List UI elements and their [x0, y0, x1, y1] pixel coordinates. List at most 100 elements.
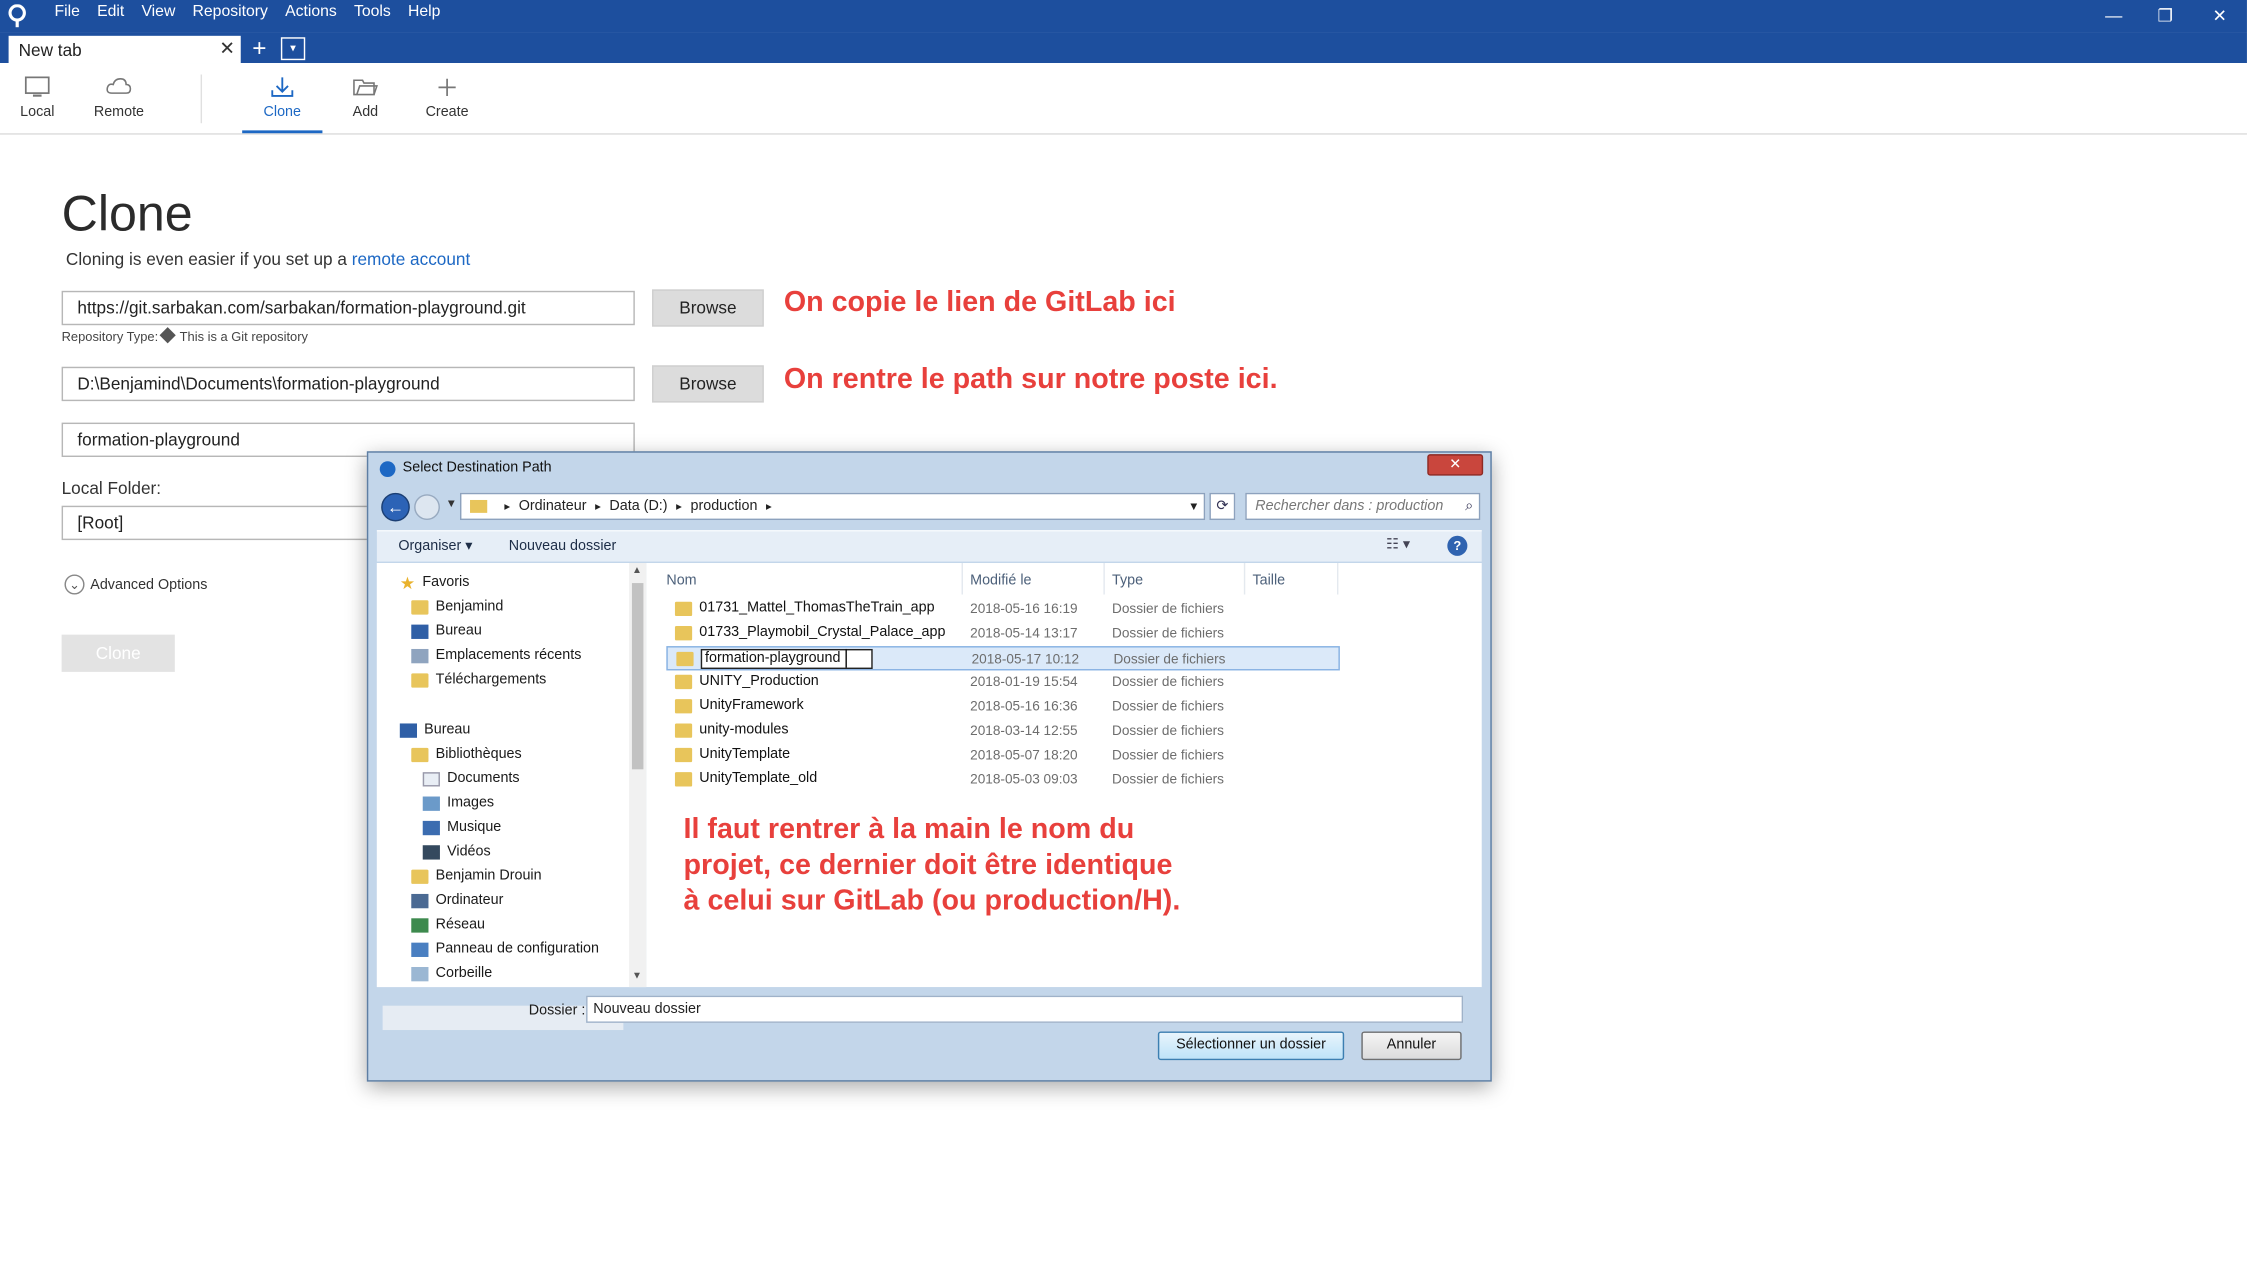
nav-scrollbar[interactable]: ▲ ▼	[629, 563, 647, 988]
annotation-gitlab-link: On copie le lien de GitLab ici	[783, 286, 1176, 319]
add-button[interactable]: Add	[337, 63, 394, 133]
menu-bar: File Edit View Repository Actions Tools …	[46, 0, 449, 33]
folder-icon	[674, 747, 693, 762]
back-arrow-icon[interactable]: ←	[381, 492, 410, 522]
tree-downloads[interactable]: Téléchargements	[411, 672, 546, 688]
menu-view[interactable]: View	[133, 0, 184, 23]
monitor-icon	[24, 76, 50, 97]
cancel-button[interactable]: Annuler	[1361, 1031, 1462, 1061]
tree-control-panel[interactable]: Panneau de configuration	[411, 941, 599, 957]
create-button[interactable]: Create	[418, 63, 475, 133]
column-modified[interactable]: Modifié le	[970, 573, 1031, 589]
select-destination-dialog: Select Destination Path ✕ ← ▼ ▸ Ordinate…	[366, 451, 1492, 1082]
tab-menu-button[interactable]: ▾	[280, 37, 306, 61]
address-bar[interactable]: ▸ Ordinateur ▸ Data (D:) ▸ production ▸ …	[459, 492, 1206, 521]
scrollbar-thumb[interactable]	[631, 583, 644, 770]
tree-recent[interactable]: Emplacements récents	[411, 648, 581, 663]
clone-tab-button[interactable]: Clone	[242, 63, 323, 134]
file-row-selected[interactable]: formation-playground 2018-05-17 10:12 Do…	[666, 646, 1340, 671]
page-title: Clone	[61, 186, 193, 243]
tree-user[interactable]: Benjamin Drouin	[411, 868, 542, 884]
libraries-icon	[411, 747, 429, 762]
tree-videos[interactable]: Vidéos	[422, 844, 491, 860]
file-row[interactable]: UnityTemplate_old 2018-05-03 09:03 Dossi…	[666, 768, 1340, 792]
cloud-icon	[106, 78, 132, 94]
subtitle-text: Cloning is even easier if you set up a	[65, 249, 352, 270]
tree-libraries[interactable]: Bibliothèques	[411, 746, 522, 762]
file-row[interactable]: UnityFramework 2018-05-16 16:36 Dossier …	[666, 695, 1340, 719]
breadcrumb-ordinateur[interactable]: Ordinateur	[519, 494, 587, 518]
minimize-button[interactable]: —	[2086, 0, 2140, 33]
repo-type-label: Repository Type:	[61, 329, 159, 344]
forward-arrow-icon[interactable]	[414, 494, 440, 521]
menu-tools[interactable]: Tools	[345, 0, 399, 23]
clone-button[interactable]: Clone	[61, 634, 175, 672]
browse-url-button[interactable]: Browse	[652, 289, 764, 327]
pictures-icon	[422, 795, 440, 811]
breadcrumb-production[interactable]: production	[691, 494, 758, 518]
breadcrumb-data-d[interactable]: Data (D:)	[609, 494, 667, 518]
file-row[interactable]: UNITY_Production 2018-01-19 15:54 Dossie…	[666, 670, 1340, 694]
browse-path-button[interactable]: Browse	[652, 365, 764, 403]
menu-edit[interactable]: Edit	[88, 0, 132, 23]
tree-network[interactable]: Réseau	[411, 917, 485, 933]
control-panel-icon	[411, 941, 429, 957]
add-tab-button[interactable]: +	[248, 36, 271, 60]
view-options-icon[interactable]: ☷ ▾	[1386, 537, 1410, 553]
file-row[interactable]: 01733_Playmobil_Crystal_Palace_app 2018-…	[666, 622, 1340, 646]
tab-new-tab[interactable]: New tab ✕	[8, 35, 241, 64]
help-icon[interactable]: ?	[1447, 535, 1468, 556]
folder-name-input[interactable]: Nouveau dossier	[586, 995, 1464, 1023]
menu-help[interactable]: Help	[399, 0, 449, 23]
destination-path-input[interactable]: D:\Benjamind\Documents\formation-playgro…	[61, 366, 635, 402]
organize-button[interactable]: Organiser ▾	[398, 539, 472, 555]
tab-close-icon[interactable]: ✕	[219, 37, 235, 60]
recycle-bin-icon	[411, 966, 429, 981]
annotation-path: On rentre le path sur notre poste ici.	[783, 363, 1278, 396]
column-name[interactable]: Nom	[666, 573, 696, 589]
search-input[interactable]: Rechercher dans : production ⌕	[1245, 492, 1481, 521]
dialog-close-button[interactable]: ✕	[1427, 454, 1484, 476]
new-folder-button[interactable]: Nouveau dossier	[509, 539, 617, 555]
refresh-icon[interactable]: ⟳	[1209, 492, 1236, 521]
clone-tab-label: Clone	[263, 104, 302, 121]
tree-benjamind[interactable]: Benjamind	[411, 599, 503, 615]
command-bar: Organiser ▾ Nouveau dossier ☷ ▾ ?	[376, 530, 1482, 562]
tree-recycle-bin[interactable]: Corbeille	[411, 966, 492, 981]
tree-bureau[interactable]: Bureau	[411, 623, 482, 639]
menu-file[interactable]: File	[46, 0, 89, 23]
local-folder-label: Local Folder:	[61, 478, 162, 499]
select-folder-button[interactable]: Sélectionner un dossier	[1157, 1031, 1345, 1061]
menu-actions[interactable]: Actions	[276, 0, 345, 23]
address-dropdown-icon[interactable]: ▼	[1188, 494, 1199, 518]
documents-icon	[422, 771, 440, 786]
history-dropdown-icon[interactable]: ▼	[446, 497, 457, 510]
navigation-pane: ★ Favoris Benjamind Bureau Emplacements r…	[376, 563, 647, 1031]
local-label: Local	[20, 104, 55, 121]
tree-images[interactable]: Images	[422, 795, 494, 811]
search-icon: ⌕	[1465, 498, 1474, 515]
annotation-project-name-3: à celui sur GitLab (ou production/H).	[683, 885, 1181, 917]
advanced-options-toggle[interactable]: ⌄ Advanced Options	[64, 574, 207, 595]
file-row[interactable]: unity-modules 2018-03-14 12:55 Dossier d…	[666, 719, 1340, 743]
tree-documents[interactable]: Documents	[422, 771, 520, 786]
local-button[interactable]: Local	[9, 63, 66, 133]
close-window-button[interactable]: ✕	[2192, 0, 2246, 33]
annotation-project-name-2: projet, ce dernier doit être identique	[683, 849, 1173, 882]
remote-account-link[interactable]: remote account	[352, 249, 471, 269]
file-row[interactable]: UnityTemplate 2018-05-07 18:20 Dossier d…	[666, 744, 1340, 768]
tree-bureau-root[interactable]: Bureau	[399, 722, 470, 738]
scroll-up-icon[interactable]: ▲	[632, 566, 642, 576]
menu-repository[interactable]: Repository	[184, 0, 277, 23]
column-size[interactable]: Taille	[1252, 573, 1285, 589]
source-url-input[interactable]: https://git.sarbakan.com/sarbakan/format…	[61, 290, 635, 326]
tree-computer[interactable]: Ordinateur	[411, 893, 503, 908]
column-type[interactable]: Type	[1112, 573, 1143, 589]
remote-button[interactable]: Remote	[89, 63, 149, 133]
tree-music[interactable]: Musique	[422, 819, 501, 835]
text-cursor	[845, 648, 848, 668]
restore-button[interactable]: ❐	[2138, 0, 2192, 33]
file-row[interactable]: 01731_Mattel_ThomasTheTrain_app 2018-05-…	[666, 597, 1340, 621]
scroll-down-icon[interactable]: ▼	[632, 971, 642, 981]
tree-favoris[interactable]: ★ Favoris	[400, 574, 470, 591]
